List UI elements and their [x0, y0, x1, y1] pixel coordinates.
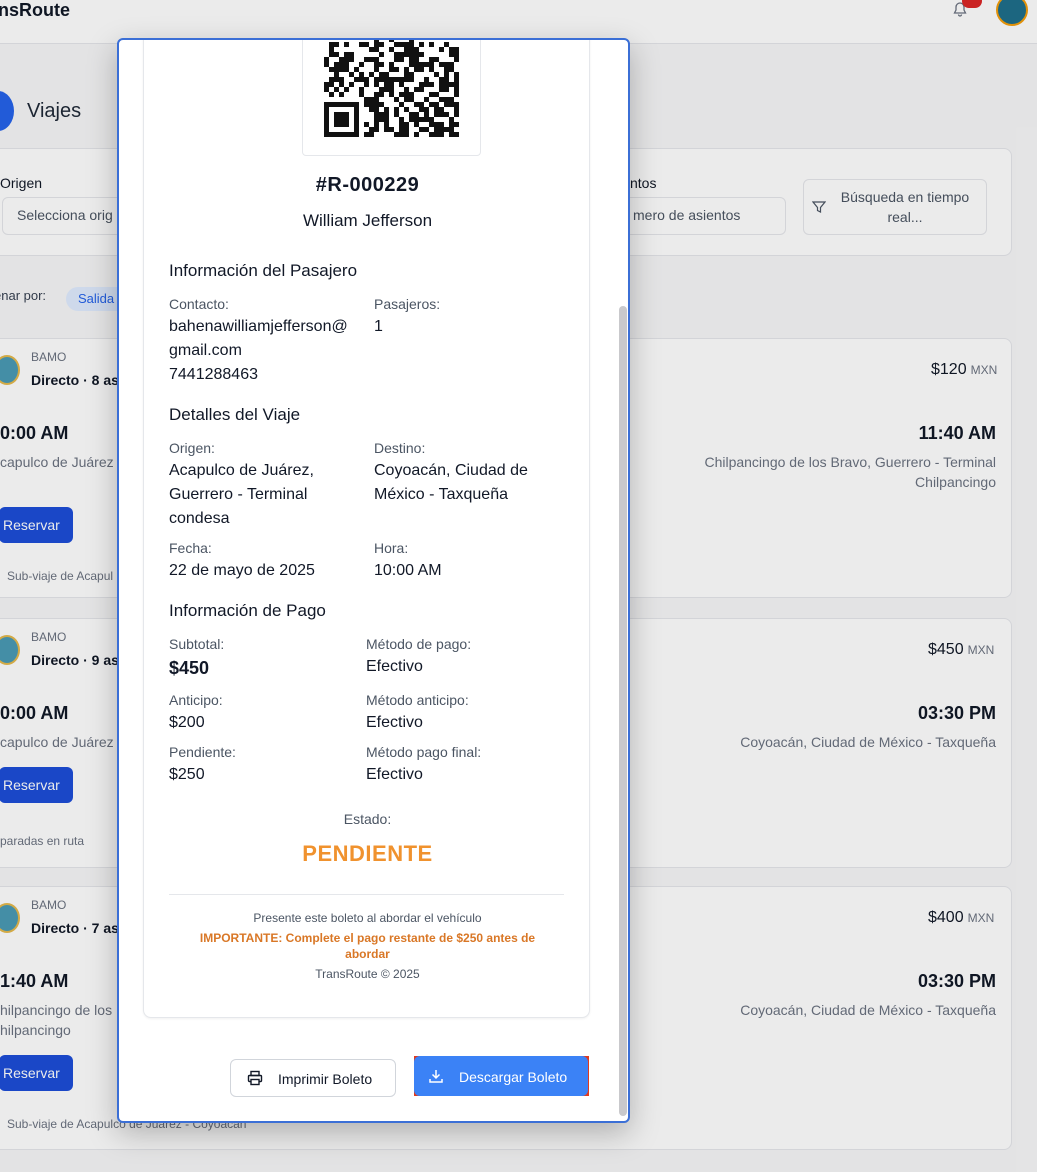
final-method-label: Método pago final: — [366, 744, 482, 760]
destination-line2: México - Taxqueña — [374, 486, 508, 503]
trip-time: 10:00 AM — [374, 562, 442, 579]
ticket-card: #R-000229 William Jefferson Información … — [143, 40, 590, 1018]
advance-label: Anticipo: — [169, 692, 223, 708]
subtotal-label: Subtotal: — [169, 636, 225, 652]
download-ticket-label: Descargar Boleto — [459, 1069, 568, 1085]
destination-line1: Coyoacán, Ciudad de — [374, 462, 528, 479]
passengers-label: Pasajeros: — [374, 296, 441, 312]
advance-value: $200 — [169, 714, 205, 731]
ticket-modal: #R-000229 William Jefferson Información … — [117, 38, 630, 1123]
footer-important-text: IMPORTANTE: Complete el pago restante de… — [199, 931, 536, 961]
trip-date: 22 de mayo de 2025 — [169, 562, 315, 579]
print-ticket-button[interactable]: Imprimir Boleto — [230, 1059, 396, 1097]
reservation-id: #R-000229 — [315, 174, 420, 196]
footer-present-text: Presente este boleto al abordar el vehíc… — [253, 911, 482, 925]
time-label: Hora: — [374, 540, 409, 556]
date-label: Fecha: — [169, 540, 212, 556]
printer-icon — [247, 1070, 263, 1086]
status-badge: PENDIENTE — [302, 841, 433, 866]
final-method-value: Efectivo — [366, 766, 423, 783]
contact-email-line1: bahenawilliamjefferson@ — [169, 318, 348, 335]
subtotal-value: $450 — [169, 658, 210, 678]
pending-label: Pendiente: — [169, 744, 236, 760]
qr-code-frame — [302, 40, 481, 156]
passenger-name: William Jefferson — [302, 211, 433, 230]
trip-section-title: Detalles del Viaje — [169, 405, 301, 424]
modal-scrollbar[interactable] — [619, 306, 627, 1116]
status-label: Estado: — [343, 811, 392, 827]
origin-line2: Guerrero - Terminal — [169, 486, 308, 503]
pending-value: $250 — [169, 766, 205, 783]
advance-method-value: Efectivo — [366, 714, 423, 731]
passenger-section-title: Información del Pasajero — [169, 261, 358, 280]
passengers-count: 1 — [374, 318, 383, 335]
contact-label: Contacto: — [169, 296, 229, 312]
contact-email-line2: gmail.com — [169, 342, 242, 359]
footer-copyright: TransRoute © 2025 — [315, 967, 420, 981]
destination-label: Destino: — [374, 440, 426, 456]
origin-line3: condesa — [169, 510, 230, 527]
payment-method-label: Método de pago: — [366, 636, 472, 652]
advance-method-label: Método anticipo: — [366, 692, 469, 708]
download-ticket-button[interactable]: Descargar Boleto — [414, 1056, 588, 1096]
divider — [169, 894, 564, 895]
download-icon — [429, 1070, 443, 1083]
qr-code — [324, 40, 459, 137]
payment-method-value: Efectivo — [366, 658, 423, 675]
payment-section-title: Información de Pago — [169, 601, 326, 620]
origin-line1: Acapulco de Juárez, — [169, 462, 314, 479]
origin-label: Origen: — [169, 440, 215, 456]
contact-phone: 7441288463 — [169, 366, 258, 383]
print-ticket-label: Imprimir Boleto — [278, 1071, 373, 1087]
